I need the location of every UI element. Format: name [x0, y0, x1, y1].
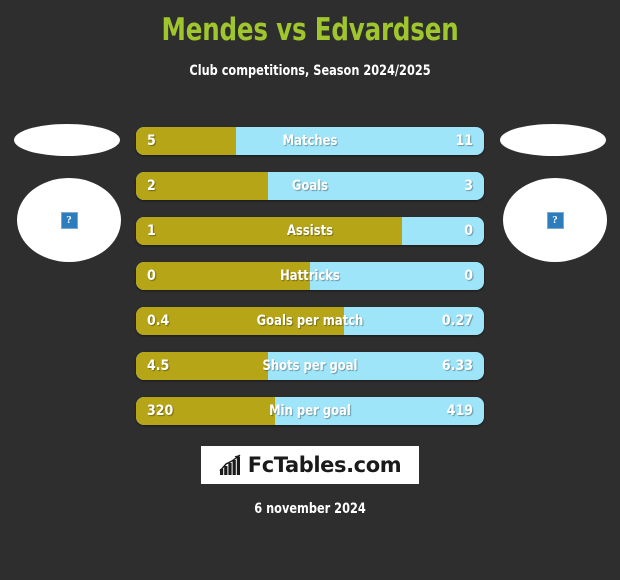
stat-value-away: 0	[464, 223, 473, 239]
broken-image-icon: ?	[546, 211, 564, 229]
fctables-logo[interactable]: FcTables.com	[201, 446, 419, 484]
bar-chart-icon	[219, 454, 241, 475]
page-subtitle: Club competitions, Season 2024/2025	[189, 63, 431, 79]
player-left-avatar: ?	[14, 118, 124, 268]
stat-row-goals-per-match: 0.4 Goals per match 0.27	[136, 307, 484, 335]
page-title: Mendes vs Edvardsen	[161, 12, 459, 48]
stat-label: Min per goal	[269, 403, 351, 419]
logo-text: FcTables.com	[247, 453, 402, 477]
stat-row-goals: 2 Goals 3	[136, 172, 484, 200]
stat-value-away: 419	[446, 403, 473, 419]
player-left-shirt-shape	[14, 124, 120, 156]
stat-row-assists: 1 Assists 0	[136, 217, 484, 245]
player-right-avatar: ?	[496, 118, 607, 268]
stat-label: Shots per goal	[262, 358, 358, 374]
stat-label: Hattricks	[280, 268, 340, 284]
stat-value-away: 3	[464, 178, 473, 194]
stat-label: Goals	[291, 178, 329, 194]
player-right-shirt-shape	[500, 124, 606, 156]
date-label: 6 november 2024	[254, 501, 366, 517]
stat-value-away: 0	[464, 268, 473, 284]
stat-value-away: 6.33	[441, 358, 473, 374]
stat-value-away: 11	[455, 133, 473, 149]
player-left-photo: ?	[17, 178, 121, 262]
stat-comparison-page: Mendes vs Edvardsen Club competitions, S…	[0, 0, 620, 580]
stat-row-hattricks: 0 Hattricks 0	[136, 262, 484, 290]
stat-row-matches: 5 Matches 11	[136, 127, 484, 155]
stat-label: Goals per match	[256, 313, 364, 329]
stat-row-min-per-goal: 320 Min per goal 419	[136, 397, 484, 425]
stat-bar-list: 5 Matches 11 2 Goals 3 1 Assists 0 0 Hat…	[136, 127, 484, 442]
broken-image-icon: ?	[60, 211, 78, 229]
player-right-photo: ?	[503, 178, 607, 262]
stat-label: Assists	[286, 223, 334, 239]
stat-row-shots-per-goal: 4.5 Shots per goal 6.33	[136, 352, 484, 380]
stat-value-away: 0.27	[441, 313, 473, 329]
stat-label: Matches	[282, 133, 338, 149]
